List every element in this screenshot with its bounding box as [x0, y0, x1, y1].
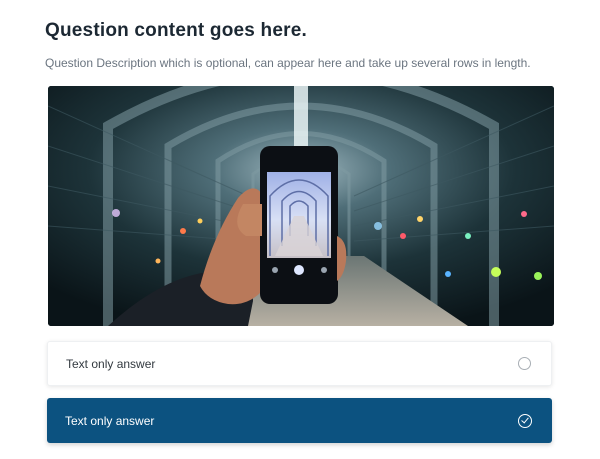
radio-empty-icon[interactable] [518, 357, 531, 370]
answer-label: Text only answer [65, 413, 155, 428]
question-card: Question content goes here. Question Des… [0, 0, 600, 459]
check-circle-icon[interactable] [518, 413, 532, 428]
phone-walkway-photo [48, 86, 554, 326]
answer-option-2[interactable]: Text only answer [47, 398, 552, 443]
question-image [48, 86, 554, 326]
question-description: Question Description which is optional, … [45, 56, 531, 70]
question-title: Question content goes here. [45, 20, 307, 41]
answer-label: Text only answer [66, 356, 156, 371]
answer-option-1[interactable]: Text only answer [47, 341, 552, 386]
